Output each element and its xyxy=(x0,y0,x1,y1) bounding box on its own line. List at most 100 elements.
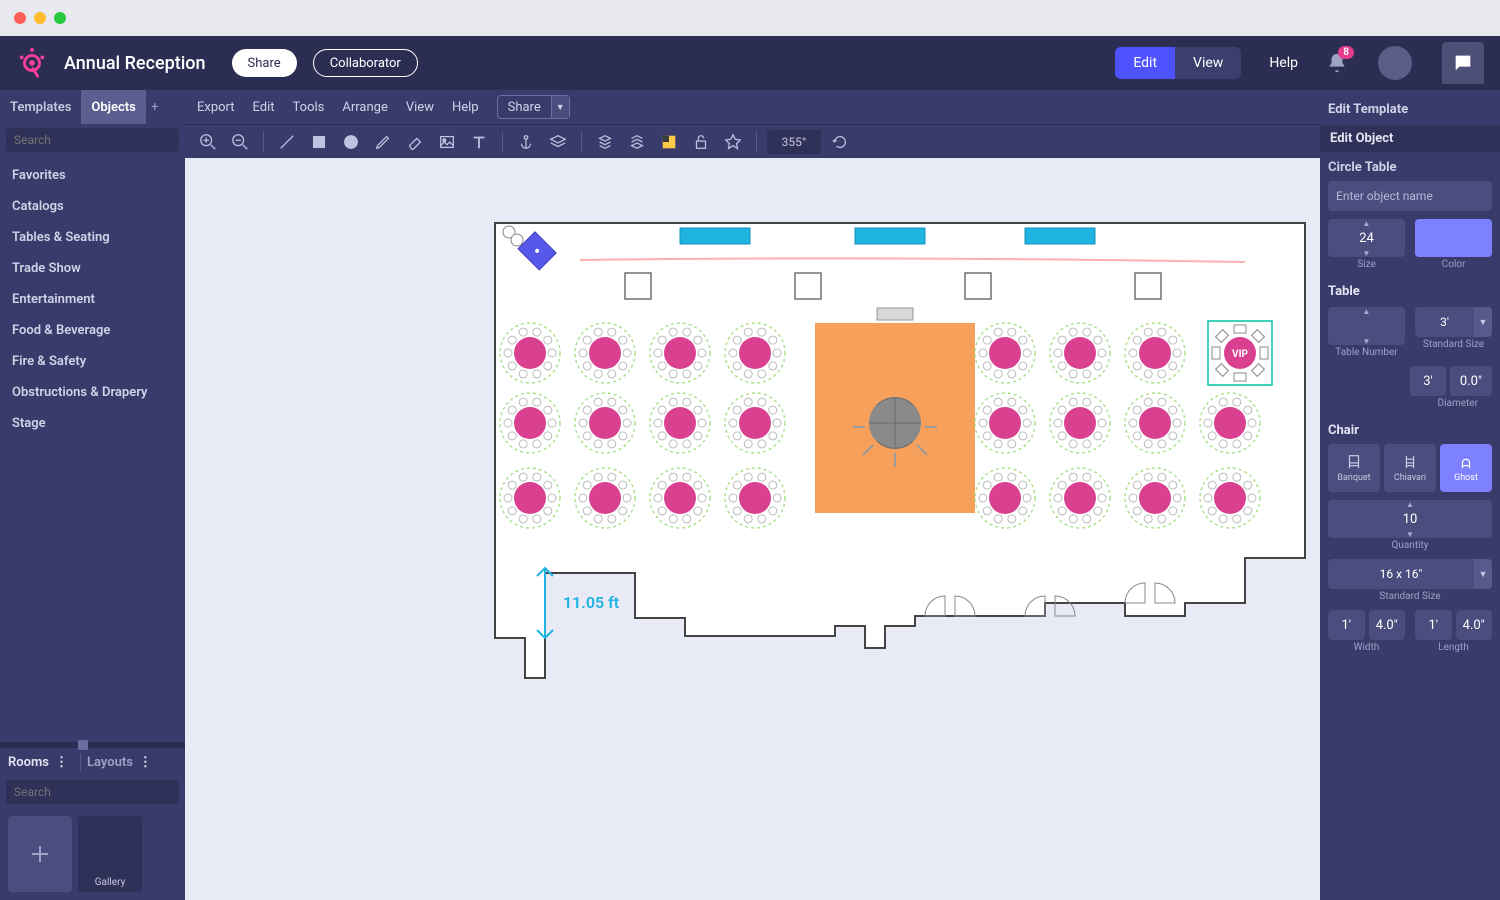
anchor-tool-button[interactable] xyxy=(513,129,539,155)
color-picker[interactable] xyxy=(1415,219,1492,257)
standard-size-dropdown[interactable]: 3' ▼ xyxy=(1415,307,1492,337)
table-section-header: Table xyxy=(1328,284,1492,299)
rooms-search-input[interactable] xyxy=(14,785,170,799)
object-name-input[interactable] xyxy=(1328,181,1492,211)
vip-label: VIP xyxy=(1232,349,1248,360)
zoom-in-button[interactable] xyxy=(195,129,221,155)
menu-edit[interactable]: Edit xyxy=(253,100,275,115)
lock-button[interactable] xyxy=(688,129,714,155)
width-in-stepper[interactable]: 4.0" xyxy=(1369,610,1406,640)
collaborator-button[interactable]: Collaborator xyxy=(313,49,418,77)
chevron-down-icon[interactable]: ▼ xyxy=(1328,337,1405,345)
category-item[interactable]: Food & Beverage xyxy=(0,315,185,346)
length-in-stepper[interactable]: 4.0" xyxy=(1456,610,1493,640)
chair-type-ghost[interactable]: Ghost xyxy=(1440,444,1492,492)
chat-button[interactable] xyxy=(1442,42,1484,84)
zoom-out-button[interactable] xyxy=(227,129,253,155)
view-mode-button[interactable]: View xyxy=(1175,47,1241,79)
line-tool-button[interactable] xyxy=(274,129,300,155)
app-header: Annual Reception Share Collaborator Edit… xyxy=(0,36,1500,90)
category-item[interactable]: Obstructions & Drapery xyxy=(0,377,185,408)
category-item[interactable]: Tables & Seating xyxy=(0,222,185,253)
help-link[interactable]: Help xyxy=(1269,55,1298,71)
chevron-up-icon[interactable]: ▲ xyxy=(1328,307,1405,315)
bring-front-button[interactable] xyxy=(592,129,618,155)
chevron-down-icon[interactable]: ▼ xyxy=(1474,307,1492,337)
app-logo-icon xyxy=(16,47,48,79)
share-dropdown-caret[interactable]: ▼ xyxy=(551,96,569,118)
image-tool-button[interactable] xyxy=(434,129,460,155)
text-tool-button[interactable] xyxy=(466,129,492,155)
rooms-search[interactable] xyxy=(6,780,179,804)
share-dropdown-label[interactable]: Share xyxy=(498,100,551,115)
rooms-tab[interactable]: Rooms xyxy=(8,755,49,770)
rooms-menu-icon[interactable]: ⋮ xyxy=(49,755,74,770)
diameter-ft-stepper[interactable]: 3' xyxy=(1410,366,1446,396)
width-ft-stepper[interactable]: 1' xyxy=(1328,610,1365,640)
category-item[interactable]: Trade Show xyxy=(0,253,185,284)
chevron-up-icon[interactable]: ▲ xyxy=(1328,219,1405,227)
menu-help[interactable]: Help xyxy=(452,100,479,115)
pen-tool-button[interactable] xyxy=(370,129,396,155)
diameter-in-stepper[interactable]: 0.0" xyxy=(1450,366,1492,396)
chair-icon xyxy=(1401,453,1419,471)
chair-type-banquet[interactable]: Banquet xyxy=(1328,444,1380,492)
category-item[interactable]: Catalogs xyxy=(0,191,185,222)
category-item[interactable]: Stage xyxy=(0,408,185,439)
menu-tools[interactable]: Tools xyxy=(293,100,325,115)
eraser-tool-button[interactable] xyxy=(402,129,428,155)
category-item[interactable]: Favorites xyxy=(0,160,185,191)
user-avatar[interactable] xyxy=(1378,46,1412,80)
quantity-stepper[interactable]: ▲ 10 ▼ xyxy=(1328,500,1492,538)
table-number-label: Table Number xyxy=(1328,347,1405,358)
menu-arrange[interactable]: Arrange xyxy=(342,100,387,115)
object-search[interactable] xyxy=(6,128,179,152)
send-back-button[interactable] xyxy=(624,129,650,155)
chair-section-header: Chair xyxy=(1328,423,1492,438)
room-thumbnail[interactable]: Gallery xyxy=(78,816,142,892)
chevron-up-icon[interactable]: ▲ xyxy=(1328,500,1492,508)
layouts-menu-icon[interactable]: ⋮ xyxy=(133,755,158,770)
color-label: Color xyxy=(1415,259,1492,270)
object-search-input[interactable] xyxy=(14,133,170,147)
objects-tab[interactable]: Objects xyxy=(81,90,145,124)
layouts-tab[interactable]: Layouts xyxy=(87,755,133,770)
share-button[interactable]: Share xyxy=(232,49,297,77)
floorplan[interactable]: VIP xyxy=(485,218,1315,748)
notifications-button[interactable]: 8 xyxy=(1326,52,1348,74)
chevron-down-icon[interactable]: ▼ xyxy=(1328,249,1405,257)
edit-mode-button[interactable]: Edit xyxy=(1115,47,1175,79)
chevron-down-icon[interactable]: ▼ xyxy=(1474,559,1492,589)
left-panel-tabs: Templates Objects + xyxy=(0,90,185,124)
layer-tool-button[interactable] xyxy=(545,129,571,155)
menu-export[interactable]: Export xyxy=(197,100,235,115)
add-room-button[interactable] xyxy=(8,816,72,892)
chevron-down-icon[interactable]: ▼ xyxy=(1328,530,1492,538)
templates-tab[interactable]: Templates xyxy=(0,90,81,124)
share-dropdown: Share ▼ xyxy=(497,95,570,119)
panel-resize-handle[interactable] xyxy=(0,742,185,748)
menu-view[interactable]: View xyxy=(406,100,434,115)
close-window-icon[interactable] xyxy=(14,12,26,24)
length-ft-stepper[interactable]: 1' xyxy=(1415,610,1452,640)
circle-tool-button[interactable] xyxy=(338,129,364,155)
add-tab-button[interactable]: + xyxy=(146,100,164,115)
favorite-button[interactable] xyxy=(720,129,746,155)
maximize-window-icon[interactable] xyxy=(54,12,66,24)
rotate-button[interactable] xyxy=(827,129,853,155)
table-number-stepper[interactable]: ▲ ▼ xyxy=(1328,307,1405,345)
fill-color-button[interactable] xyxy=(656,129,682,155)
category-item[interactable]: Entertainment xyxy=(0,284,185,315)
size-stepper[interactable]: ▲ 24 ▼ xyxy=(1328,219,1405,257)
menubar: Export Edit Tools Arrange View Help Shar… xyxy=(185,90,1320,124)
edit-template-header[interactable]: Edit Template xyxy=(1328,98,1492,125)
rotation-input[interactable]: 355° xyxy=(767,130,821,154)
canvas[interactable]: VIP xyxy=(185,158,1320,900)
toolbar: 355° xyxy=(185,124,1320,158)
rect-tool-button[interactable] xyxy=(306,129,332,155)
category-item[interactable]: Fire & Safety xyxy=(0,346,185,377)
minimize-window-icon[interactable] xyxy=(34,12,46,24)
chair-standard-size-dropdown[interactable]: 16 x 16" ▼ xyxy=(1328,559,1492,589)
chair-type-chiavari[interactable]: Chiavari xyxy=(1384,444,1436,492)
chair-icon xyxy=(1345,453,1363,471)
